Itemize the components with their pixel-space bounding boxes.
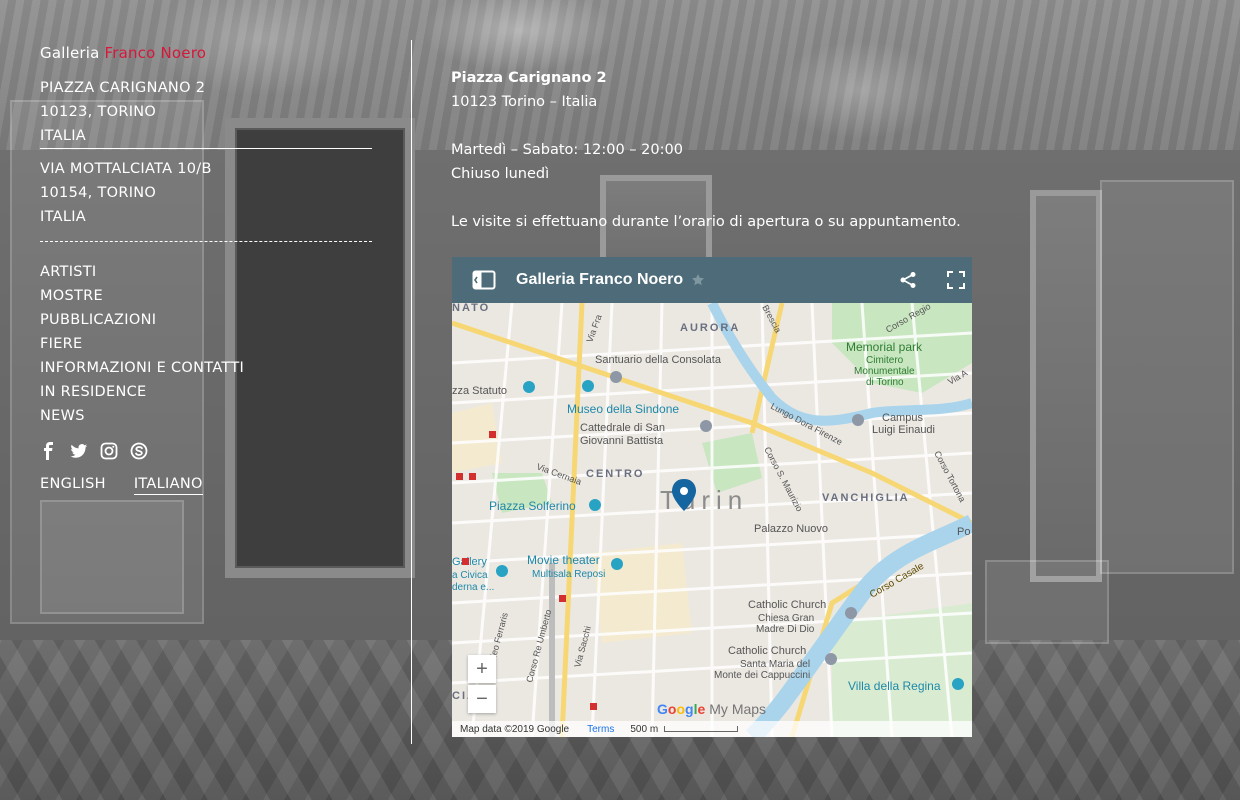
vertical-divider (411, 40, 412, 744)
skype-icon[interactable] (130, 442, 148, 460)
map-scale: 500 m (630, 723, 739, 735)
map-label: Catholic Church (728, 645, 806, 657)
map-label: Campus (882, 412, 923, 424)
map-label: a Civica (452, 570, 488, 581)
social-links (40, 442, 372, 460)
map-label: Po (957, 526, 970, 538)
twitter-icon[interactable] (70, 442, 88, 460)
nav-item-informazioni-e-contatti[interactable]: INFORMAZIONI E CONTATTI (40, 356, 372, 380)
address-line: VIA MOTTALCIATA 10/B (40, 161, 212, 177)
map-label: Museo della Sindone (567, 402, 679, 416)
info-address-title: Piazza Carignano 2 (451, 70, 607, 86)
map-label: Piazza Solferino (489, 499, 576, 513)
map-legend-toggle-icon[interactable] (472, 270, 496, 290)
fullscreen-icon[interactable] (947, 271, 966, 289)
map-label: Giovanni Battista (580, 435, 664, 447)
nav-item-artisti[interactable]: ARTISTI (40, 260, 372, 284)
embedded-map[interactable]: Galleria Franco Noero AURORA Santuario d… (452, 257, 972, 737)
map-canvas[interactable]: AURORA Santuario della Consolata Memoria… (452, 303, 972, 737)
map-label: Palazzo Nuovo (754, 523, 828, 535)
zoom-in-button[interactable]: + (468, 655, 496, 683)
main-nav: ARTISTI MOSTRE PUBBLICAZIONI FIERE INFOR… (40, 260, 372, 428)
share-icon[interactable] (899, 271, 917, 289)
window-panel (1100, 180, 1234, 574)
map-label: Movie theater (527, 553, 600, 567)
map-title: Galleria Franco Noero (516, 271, 684, 288)
map-data-credit: Map data ©2019 Google (460, 723, 570, 735)
map-label: AURORA (680, 322, 740, 334)
facebook-icon[interactable] (40, 442, 58, 460)
address-block-mottalciata: VIA MOTTALCIATA 10/B 10154, TORINO ITALI… (40, 157, 372, 229)
map-label: Memorial park (846, 340, 923, 354)
map-label: Cattedrale di San (580, 422, 665, 434)
wall-panel-lower (985, 560, 1109, 644)
wall-mirror-right (1030, 190, 1102, 582)
map-label: Catholic Church (748, 599, 826, 611)
nav-item-in-residence[interactable]: IN RESIDENCE (40, 380, 372, 404)
lang-english[interactable]: ENGLISH (40, 476, 106, 495)
map-label: NATO (452, 303, 490, 314)
divider-line (40, 148, 372, 149)
gallery-logo[interactable]: Galleria Franco Noero (40, 44, 372, 62)
info-hours: Martedì – Sabato: 12:00 – 20:00 (451, 142, 683, 158)
address-line: ITALIA (40, 209, 87, 225)
map-footer: Map data ©2019 Google Terms 500 m (452, 721, 972, 737)
nav-item-fiere[interactable]: FIERE (40, 332, 372, 356)
map-label: Monte dei Cappuccini (714, 670, 810, 681)
map-header: Galleria Franco Noero (452, 257, 972, 303)
map-label: zza Statuto (452, 385, 507, 397)
map-label: di Torino (866, 377, 904, 388)
map-label: Santuario della Consolata (595, 354, 722, 366)
map-label: Multisala Reposi (532, 569, 605, 580)
map-scale-label: 500 m (630, 723, 659, 735)
info-address-city: 10123 Torino – Italia (451, 94, 598, 110)
map-terms-link[interactable]: Terms (587, 724, 614, 735)
map-label: Madre Di Dio (756, 624, 815, 635)
google-my-maps-logo: Google My Maps (657, 701, 767, 717)
map-scale-bar (664, 726, 739, 732)
nav-item-news[interactable]: NEWS (40, 404, 372, 428)
nav-item-mostre[interactable]: MOSTRE (40, 284, 372, 308)
address-block-carignano: PIAZZA CARIGNANO 2 10123, TORINO ITALIA (40, 76, 372, 148)
map-label: Santa Maria del (740, 659, 810, 670)
lang-italiano[interactable]: ITALIANO (133, 476, 203, 495)
map-label: CENTRO (586, 468, 644, 480)
brand-prefix: Galleria (40, 44, 100, 62)
map-label: Gallery (452, 556, 487, 568)
brand-accent: Franco Noero (104, 44, 207, 62)
info-visits: Le visite si effettuano durante l’orario… (451, 214, 961, 230)
map-label: Luigi Einaudi (872, 424, 935, 436)
nav-item-pubblicazioni[interactable]: PUBBLICAZIONI (40, 308, 372, 332)
language-switcher: ENGLISH ITALIANO (40, 476, 372, 495)
info-closed: Chiuso lunedì (451, 166, 550, 182)
address-line: PIAZZA CARIGNANO 2 (40, 80, 206, 96)
address-line: 10154, TORINO (40, 185, 157, 201)
contact-info: Piazza Carignano 2 10123 Torino – Italia… (451, 66, 1011, 234)
star-icon[interactable] (691, 273, 705, 287)
map-label: Chiesa Gran (758, 613, 814, 624)
dashed-divider (40, 241, 372, 242)
map-label: Villa della Regina (848, 679, 941, 693)
map-label: derna e... (452, 582, 494, 593)
door-panel-lower (40, 500, 184, 614)
zoom-out-button[interactable]: − (468, 685, 496, 713)
map-label: Cimitero (866, 355, 904, 366)
address-line: ITALIA (40, 128, 87, 144)
instagram-icon[interactable] (100, 442, 118, 460)
address-line: 10123, TORINO (40, 104, 157, 120)
sidebar: Galleria Franco Noero PIAZZA CARIGNANO 2… (40, 44, 372, 495)
map-label: VANCHIGLIA (822, 492, 910, 504)
map-label: Monumentale (854, 366, 915, 377)
